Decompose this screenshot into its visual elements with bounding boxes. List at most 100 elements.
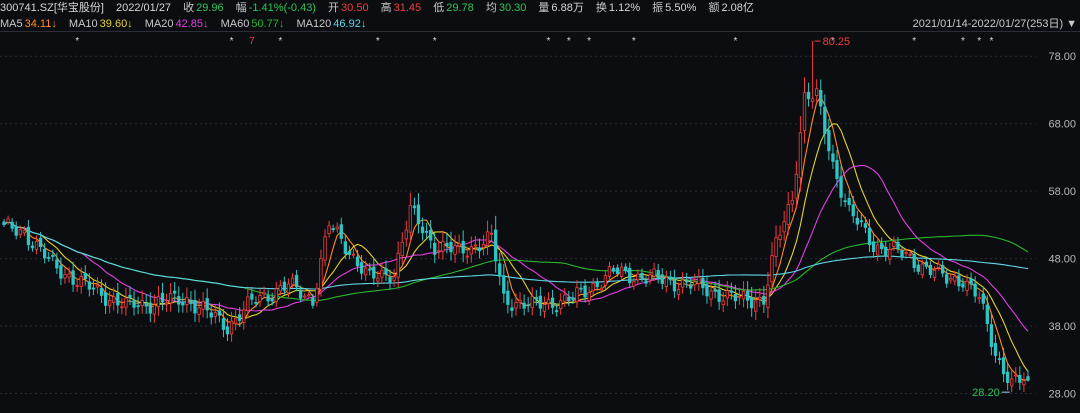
candle-body bbox=[103, 292, 108, 306]
candle-body bbox=[384, 268, 388, 275]
candle-228 bbox=[928, 260, 933, 279]
candle-164 bbox=[668, 270, 673, 286]
candle-body bbox=[729, 290, 734, 293]
candle-body bbox=[140, 299, 144, 306]
candle-169 bbox=[689, 277, 693, 295]
candle-77 bbox=[315, 282, 319, 307]
candle-body bbox=[238, 314, 242, 321]
candle-body bbox=[656, 269, 660, 279]
candle-body bbox=[668, 276, 673, 281]
ma60-value: 50.77↓ bbox=[251, 18, 285, 30]
candle-104 bbox=[424, 222, 429, 239]
candle-59 bbox=[242, 301, 246, 330]
candle-32 bbox=[132, 290, 136, 316]
candle-233 bbox=[949, 273, 953, 284]
ma5-label: MA5 bbox=[0, 18, 23, 30]
candle-body bbox=[900, 250, 904, 257]
candle-130 bbox=[530, 287, 534, 316]
event-marker-0: * bbox=[75, 36, 79, 47]
event-marker-6: * bbox=[547, 36, 551, 47]
candle-body bbox=[546, 299, 551, 304]
candle-body bbox=[599, 287, 603, 291]
candle-235 bbox=[957, 269, 961, 292]
candle-body bbox=[884, 246, 888, 257]
candle-240 bbox=[977, 291, 981, 304]
candle-7 bbox=[30, 241, 35, 252]
candle-47 bbox=[193, 289, 197, 322]
candle-body bbox=[408, 205, 413, 233]
y-tick-label-4: 38.00 bbox=[1048, 321, 1076, 333]
candle-body bbox=[14, 225, 18, 236]
candle-18 bbox=[75, 278, 79, 292]
candle-body bbox=[128, 294, 132, 298]
candle-body bbox=[949, 277, 953, 281]
candle-body bbox=[327, 225, 331, 234]
candle-body bbox=[652, 268, 656, 277]
candle-body bbox=[404, 229, 408, 240]
candle-body bbox=[274, 288, 278, 302]
high-value: 31.45 bbox=[393, 2, 422, 14]
candle-156 bbox=[636, 269, 640, 284]
candle-body bbox=[197, 307, 201, 315]
candle-body bbox=[323, 236, 327, 261]
candle-162 bbox=[660, 268, 664, 290]
candle-body bbox=[209, 312, 213, 318]
candle-20 bbox=[83, 265, 87, 286]
candle-body bbox=[534, 297, 538, 300]
candle-81 bbox=[331, 224, 335, 233]
candle-98 bbox=[400, 232, 404, 264]
triangle-down-icon[interactable]: ▼ bbox=[1066, 18, 1077, 30]
candlestick-chart[interactable]: * * 7 * * * * * * * * * * * * * 80.2528.20 78.0068.0058… bbox=[0, 32, 1080, 413]
candle-body bbox=[1018, 374, 1022, 383]
candle-183 bbox=[745, 281, 750, 309]
candle-body bbox=[965, 280, 969, 291]
candle-body bbox=[160, 292, 165, 303]
ma120-legend[interactable]: MA120 46.92↓ bbox=[296, 18, 366, 30]
ma20-legend[interactable]: MA20 42.85↓ bbox=[145, 18, 209, 30]
candle-body bbox=[95, 284, 100, 288]
candle-181 bbox=[737, 287, 742, 305]
candle-body bbox=[559, 300, 563, 310]
candle-body bbox=[307, 294, 311, 297]
candle-17 bbox=[71, 261, 75, 292]
candle-116 bbox=[473, 235, 478, 254]
candle-body bbox=[355, 256, 360, 267]
candle-245 bbox=[997, 351, 1002, 365]
candle-body bbox=[684, 279, 689, 283]
candle-body bbox=[676, 289, 681, 295]
candle-body bbox=[571, 297, 575, 300]
candle-117 bbox=[477, 238, 482, 259]
candle-body bbox=[794, 173, 799, 199]
candle-body bbox=[664, 277, 668, 287]
ma60-legend[interactable]: MA60 50.77↓ bbox=[221, 18, 285, 30]
candle-body bbox=[502, 275, 506, 294]
candle-body bbox=[388, 277, 392, 284]
candle-46 bbox=[189, 291, 193, 312]
average-label: 均 bbox=[485, 2, 497, 14]
candle-body bbox=[258, 295, 262, 302]
candle-body bbox=[567, 296, 571, 302]
candle-body bbox=[201, 301, 205, 310]
candle-86 bbox=[351, 249, 356, 259]
candle-body bbox=[1026, 376, 1030, 381]
ma10-legend[interactable]: MA10 39.60↓ bbox=[69, 18, 133, 30]
stock-code[interactable]: 300741.SZ[华宝股份] bbox=[0, 2, 104, 14]
candle-99 bbox=[404, 220, 408, 247]
candle-body bbox=[173, 290, 177, 294]
candle-50 bbox=[205, 288, 209, 319]
candle-body bbox=[595, 281, 599, 288]
candle-63 bbox=[258, 288, 262, 307]
candle-body bbox=[806, 91, 811, 100]
date-range-selector[interactable]: 2021/01/14-2022/01/27(253日) ▼ bbox=[913, 16, 1077, 32]
candle-44 bbox=[181, 292, 185, 313]
candle-112 bbox=[457, 234, 461, 254]
candle-body bbox=[481, 243, 486, 248]
candle-body bbox=[924, 261, 929, 267]
grid-lines bbox=[0, 55, 1036, 395]
ma5-legend[interactable]: MA5 34.11↓ bbox=[0, 18, 57, 30]
candle-28 bbox=[116, 282, 120, 314]
candle-body bbox=[26, 226, 31, 246]
candle-194 bbox=[790, 190, 794, 212]
candle-body bbox=[315, 287, 319, 303]
candle-body bbox=[217, 310, 222, 316]
